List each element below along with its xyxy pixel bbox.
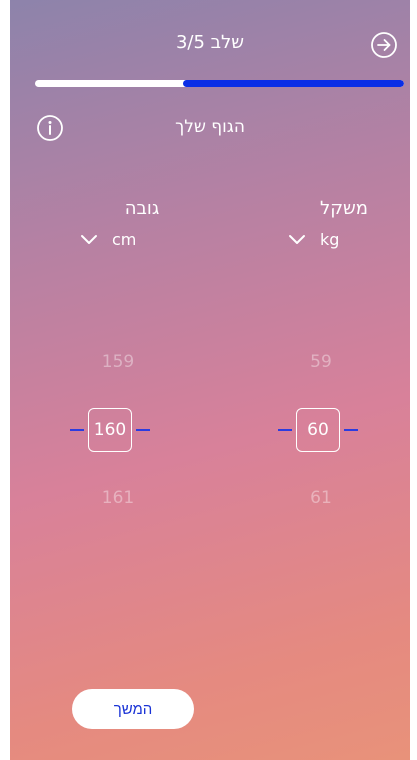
- weight-selected-value[interactable]: 60: [296, 408, 340, 452]
- picker-dash: [136, 429, 150, 431]
- chevron-down-icon: [289, 234, 305, 244]
- weight-unit-selector[interactable]: kg: [288, 230, 339, 249]
- height-unit: cm: [112, 230, 137, 249]
- continue-button[interactable]: המשך: [72, 689, 194, 729]
- weight-picker[interactable]: 60: [278, 408, 358, 452]
- height-picker[interactable]: 160: [70, 408, 150, 452]
- picker-dash: [344, 429, 358, 431]
- step-title: שלב 3/5: [175, 32, 245, 53]
- progress-fill: [182, 80, 404, 87]
- weight-prev-value[interactable]: 59: [291, 352, 351, 372]
- picker-dash: [278, 429, 292, 431]
- height-prev-value[interactable]: 159: [88, 352, 148, 372]
- weight-label: משקל: [320, 198, 368, 219]
- chevron-down-icon: [81, 234, 97, 244]
- arrow-right-circle-icon: [371, 32, 397, 58]
- weight-unit: kg: [320, 230, 340, 249]
- picker-dash: [70, 429, 84, 431]
- next-arrow-button[interactable]: [370, 31, 398, 59]
- section-title: הגוף שלך: [175, 117, 245, 137]
- step-progress-bar: [35, 80, 404, 87]
- height-selected-value[interactable]: 160: [88, 408, 132, 452]
- weight-next-value[interactable]: 61: [291, 488, 351, 508]
- height-next-value[interactable]: 161: [88, 488, 148, 508]
- body-measurements-screen: שלב 3/5 הגוף שלך גובה cm 159 160 161 משק…: [10, 0, 410, 760]
- height-unit-selector[interactable]: cm: [80, 230, 136, 249]
- height-label: גובה: [124, 198, 160, 219]
